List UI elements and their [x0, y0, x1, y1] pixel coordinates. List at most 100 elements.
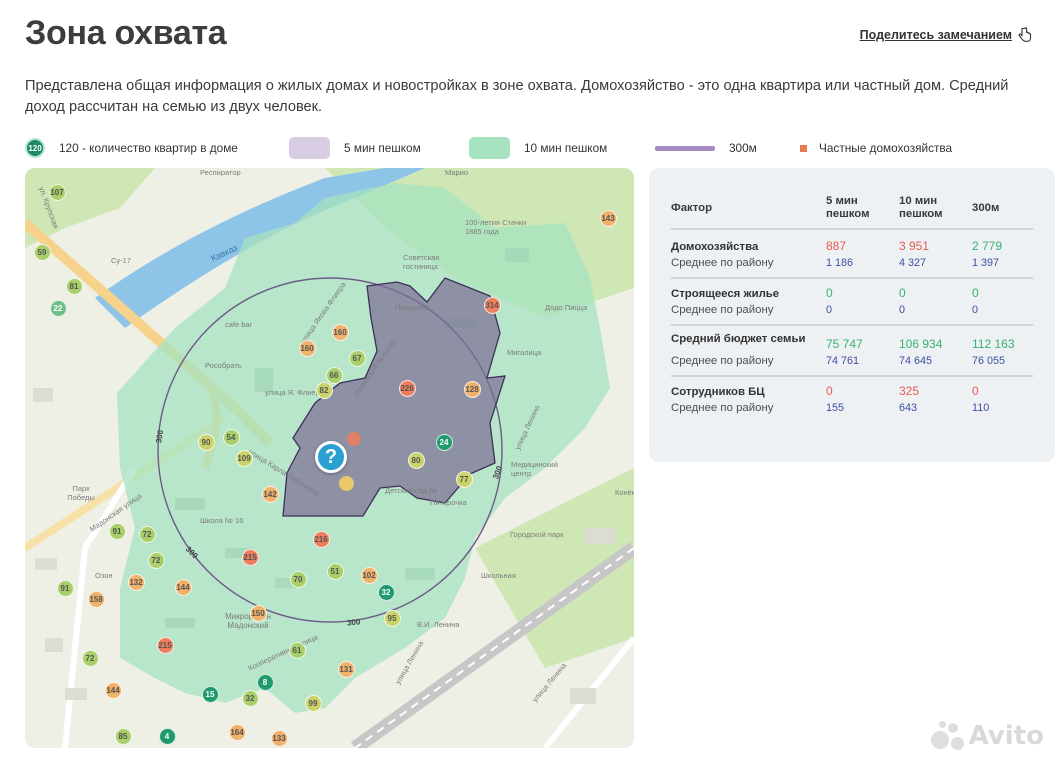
- building-marker[interactable]: 32: [241, 689, 259, 707]
- avg-walk5: 1 186: [826, 257, 854, 269]
- building-marker[interactable]: 132: [127, 573, 145, 591]
- building-marker[interactable]: 133: [270, 729, 288, 747]
- building-marker[interactable]: 22: [49, 299, 67, 317]
- building-marker[interactable]: 66: [325, 366, 343, 384]
- value-radius: 2 779: [972, 239, 1003, 253]
- building-marker[interactable]: 215: [156, 636, 174, 654]
- building-marker[interactable]: 95: [383, 609, 401, 627]
- map-label: улица Я. Флиера: [265, 388, 324, 397]
- building-marker[interactable]: 109: [235, 449, 253, 467]
- building-marker[interactable]: 160: [298, 339, 316, 357]
- building-marker[interactable]: 81: [65, 277, 83, 295]
- building-marker[interactable]: 72: [138, 525, 156, 543]
- building-marker[interactable]: 72: [81, 649, 99, 667]
- building-marker[interactable]: 164: [228, 723, 246, 741]
- private-household-marker[interactable]: [347, 432, 361, 446]
- legend-walk5-swatch: [289, 137, 330, 159]
- building-marker[interactable]: 24: [435, 433, 453, 451]
- value-walk5: 0: [826, 286, 833, 300]
- building-marker[interactable]: 143: [599, 209, 617, 227]
- building-marker[interactable]: 107: [48, 183, 66, 201]
- building-marker[interactable]: 158: [87, 590, 105, 608]
- target-location-marker[interactable]: ?: [315, 441, 347, 473]
- private-household-marker[interactable]: [339, 476, 354, 491]
- col-walk5-header: 5 мин пешком: [826, 195, 870, 220]
- building-marker[interactable]: 59: [33, 243, 51, 261]
- avg-radius: 0: [972, 304, 979, 316]
- value-radius: 112 163: [972, 337, 1015, 351]
- building-marker[interactable]: 61: [288, 641, 306, 659]
- value-radius: 0: [972, 384, 979, 398]
- avito-logo-icon: [930, 721, 965, 751]
- building-marker[interactable]: 102: [360, 566, 378, 584]
- map-label: Мигалица: [507, 348, 542, 357]
- map-label: Респиратор: [200, 168, 241, 177]
- building-marker[interactable]: 80: [407, 451, 425, 469]
- building-marker[interactable]: 77: [455, 470, 473, 488]
- building-marker[interactable]: 160: [331, 323, 349, 341]
- building-marker[interactable]: 314: [483, 296, 501, 314]
- avg-walk5: 0: [826, 304, 833, 316]
- building-marker[interactable]: 54: [222, 428, 240, 446]
- building-marker[interactable]: 8: [256, 673, 274, 691]
- avg-walk10: 4 327: [899, 257, 927, 269]
- stats-row-employees: Сотрудников БЦ 0 325 0 Среднее по району…: [671, 377, 1033, 422]
- building-marker[interactable]: 131: [337, 660, 355, 678]
- map-label: Озон: [95, 571, 113, 580]
- radius-distance-label: 300: [346, 617, 361, 628]
- factor-name: Сотрудников БЦ: [671, 385, 765, 398]
- building-marker[interactable]: 128: [463, 380, 481, 398]
- building-marker[interactable]: 85: [114, 727, 132, 745]
- legend-walk5: 5 мин пешком: [289, 136, 421, 160]
- map-label: Советская гостиница: [403, 253, 440, 271]
- building-marker[interactable]: 32: [377, 583, 395, 601]
- building-marker[interactable]: 144: [104, 681, 122, 699]
- pointer-hand-icon: [1018, 27, 1032, 42]
- legend-apartments: 120 120 - количество квартир в доме: [25, 136, 238, 160]
- map-label: Пиццерия: [395, 303, 430, 312]
- building-marker[interactable]: 15: [201, 685, 219, 703]
- legend-walk5-label: 5 мин пешком: [344, 141, 421, 155]
- avg-walk10: 643: [899, 402, 918, 414]
- map-label: Конёк: [615, 488, 634, 497]
- building-marker[interactable]: 91: [56, 579, 74, 597]
- building-marker[interactable]: 91: [108, 522, 126, 540]
- building-marker[interactable]: 215: [241, 548, 259, 566]
- building-marker[interactable]: 90: [197, 433, 215, 451]
- coverage-map[interactable]: Респиратор ул. Крупская Кавказ Су-17 ули…: [25, 168, 634, 748]
- building-marker[interactable]: 72: [147, 551, 165, 569]
- avg-label: Среднее по району: [671, 402, 774, 414]
- building-marker[interactable]: 4: [158, 727, 176, 745]
- building-marker[interactable]: 82: [315, 381, 333, 399]
- avito-watermark: Avito: [930, 721, 1044, 751]
- factor-name: Домохозяйства: [671, 240, 759, 253]
- share-feedback-link[interactable]: Поделитесь замечанием: [860, 27, 1032, 43]
- stats-header: Фактор 5 мин пешком 10 мин пешком 300м: [671, 188, 1033, 230]
- building-marker[interactable]: 51: [326, 562, 344, 580]
- col-factor-header: Фактор: [671, 202, 713, 214]
- legend-private-label: Частные домохозяйства: [819, 141, 953, 155]
- page-title: Зона охвата: [25, 14, 227, 52]
- description-text: Представлена общая информация о жилых до…: [25, 78, 1009, 115]
- building-marker[interactable]: 99: [304, 694, 322, 712]
- legend-private-dot: [800, 144, 807, 152]
- factor-name: Строящееся жилье: [671, 287, 780, 300]
- map-label: В.И. Ленина: [417, 620, 460, 629]
- building-marker[interactable]: 142: [261, 485, 279, 503]
- map-label: Детский сад №: [385, 486, 438, 495]
- building-marker[interactable]: 216: [312, 530, 330, 548]
- map-label: Додо Пицца: [545, 303, 588, 312]
- value-walk10: 3 951: [899, 239, 930, 253]
- map-label: Школа № 16: [200, 516, 244, 525]
- col-walk10-header: 10 мин пешком: [899, 195, 943, 220]
- map-label: 100-летия Стачки 1885 года: [465, 218, 527, 236]
- building-marker[interactable]: 150: [249, 604, 267, 622]
- map-label: cafe bar: [225, 320, 253, 329]
- value-walk5: 887: [826, 239, 847, 253]
- building-marker[interactable]: 67: [348, 349, 366, 367]
- building-marker[interactable]: 144: [174, 578, 192, 596]
- avg-radius: 76 055: [972, 355, 1006, 367]
- building-marker[interactable]: 226: [398, 379, 416, 397]
- building-marker[interactable]: 70: [289, 570, 307, 588]
- stats-table: Фактор 5 мин пешком 10 мин пешком 300м Д…: [671, 188, 1033, 422]
